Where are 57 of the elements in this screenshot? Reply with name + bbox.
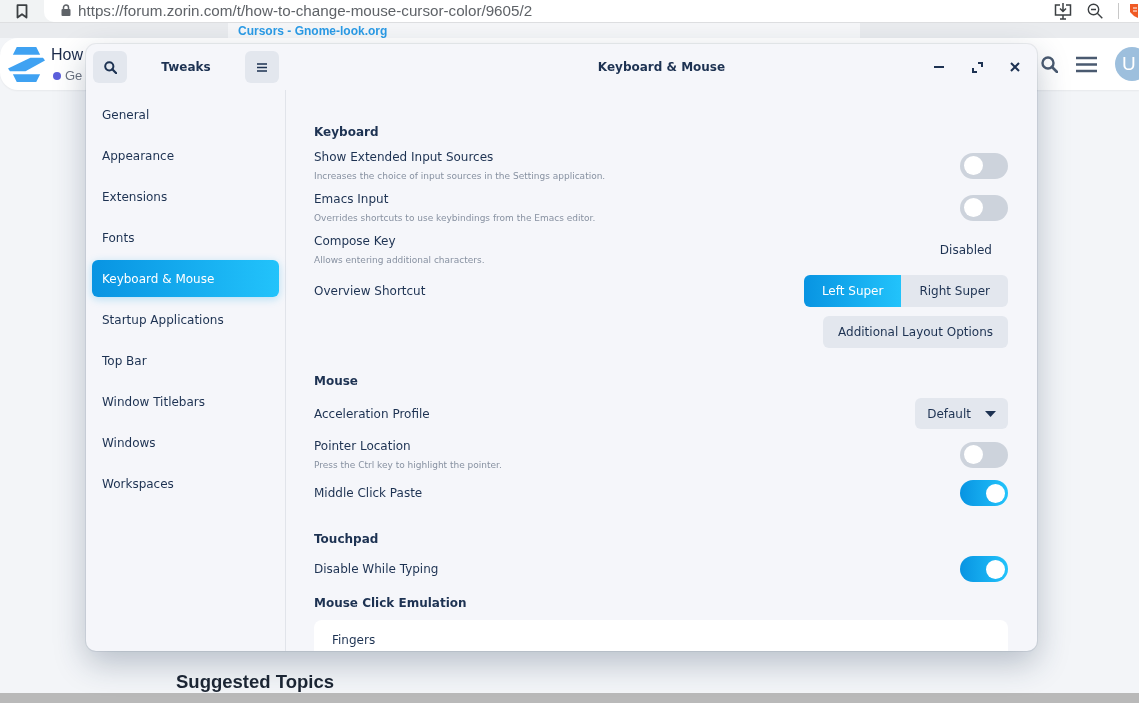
sidebar-item[interactable]: Top Bar <box>92 342 279 379</box>
toggle-switch[interactable] <box>960 441 1008 468</box>
sidebar-item[interactable]: General <box>92 96 279 133</box>
value-text[interactable]: Disabled <box>939 242 992 257</box>
setting-label: Emacs Input <box>314 191 390 207</box>
setting-label: Compose Key <box>314 233 397 249</box>
toggle-switch[interactable] <box>960 194 1008 221</box>
section-heading: Mouse <box>314 373 359 389</box>
lock-icon <box>61 4 71 16</box>
setting-label: Pointer Location <box>314 438 412 454</box>
window-title: Keyboard & Mouse <box>597 60 726 74</box>
caret-down-icon <box>985 410 996 417</box>
setting-label: Fingers <box>332 633 376 647</box>
sidebar-item[interactable]: Appearance <box>92 137 279 174</box>
section-heading: Mouse Click Emulation <box>314 595 468 611</box>
toggle-switch[interactable] <box>960 152 1008 179</box>
setting-label: Disable While Typing <box>314 561 439 577</box>
dropdown-button[interactable]: Default <box>915 398 1008 429</box>
setting-label: Overview Shortcut <box>314 283 426 299</box>
search-button[interactable] <box>93 51 127 83</box>
section-heading: Touchpad <box>314 531 380 547</box>
sidebar-item[interactable]: Extensions <box>92 178 279 215</box>
menu-button[interactable] <box>245 51 279 83</box>
sidebar-item[interactable]: Fonts <box>92 219 279 256</box>
setting-label: Show Extended Input Sources <box>314 149 495 165</box>
setting-description: Press the Ctrl key to highlight the pointer. <box>314 459 502 471</box>
sidebar-item[interactable]: Window Titlebars <box>92 383 279 420</box>
expand-icon <box>971 61 983 73</box>
app-title: Tweaks <box>161 60 211 74</box>
sidebar-item[interactable]: Workspaces <box>92 465 279 502</box>
zoom-out-icon[interactable] <box>1087 3 1103 19</box>
search-icon <box>103 60 117 74</box>
minimize-icon <box>934 66 944 68</box>
shield-icon[interactable] <box>1129 4 1138 18</box>
action-button[interactable]: Additional Layout Options <box>823 316 1008 348</box>
bookmark-icon[interactable] <box>16 3 28 19</box>
download-icon[interactable] <box>1054 2 1072 20</box>
toggle-switch[interactable] <box>960 556 1008 582</box>
toggle-switch[interactable] <box>960 480 1008 506</box>
setting-description: Increases the choice of input sources in the Settings application. <box>314 170 606 182</box>
setting-description: Overrides shortcuts to use keybindings from the Emacs editor. <box>314 212 596 224</box>
setting-label: Acceleration Profile <box>314 405 430 422</box>
category-dot-icon <box>53 71 61 80</box>
z-logo-icon[interactable] <box>8 46 45 82</box>
segment-button[interactable]: Right Super <box>901 275 1008 307</box>
sidebar-item[interactable]: Windows <box>92 424 279 461</box>
topic-title[interactable]: How <box>51 44 83 65</box>
sidebar-item[interactable]: Startup Applications <box>92 301 279 338</box>
section-heading: Keyboard <box>314 124 380 140</box>
menu-icon <box>257 62 267 72</box>
search-icon[interactable] <box>1041 55 1058 73</box>
menu-icon[interactable] <box>1076 55 1097 73</box>
setting-description: Allows entering additional characters. <box>314 254 485 266</box>
section-title: Suggested Topics <box>176 671 334 693</box>
close-icon <box>1010 62 1020 72</box>
category-label[interactable]: Ge <box>65 67 83 84</box>
setting-label: Middle Click Paste <box>314 485 423 501</box>
